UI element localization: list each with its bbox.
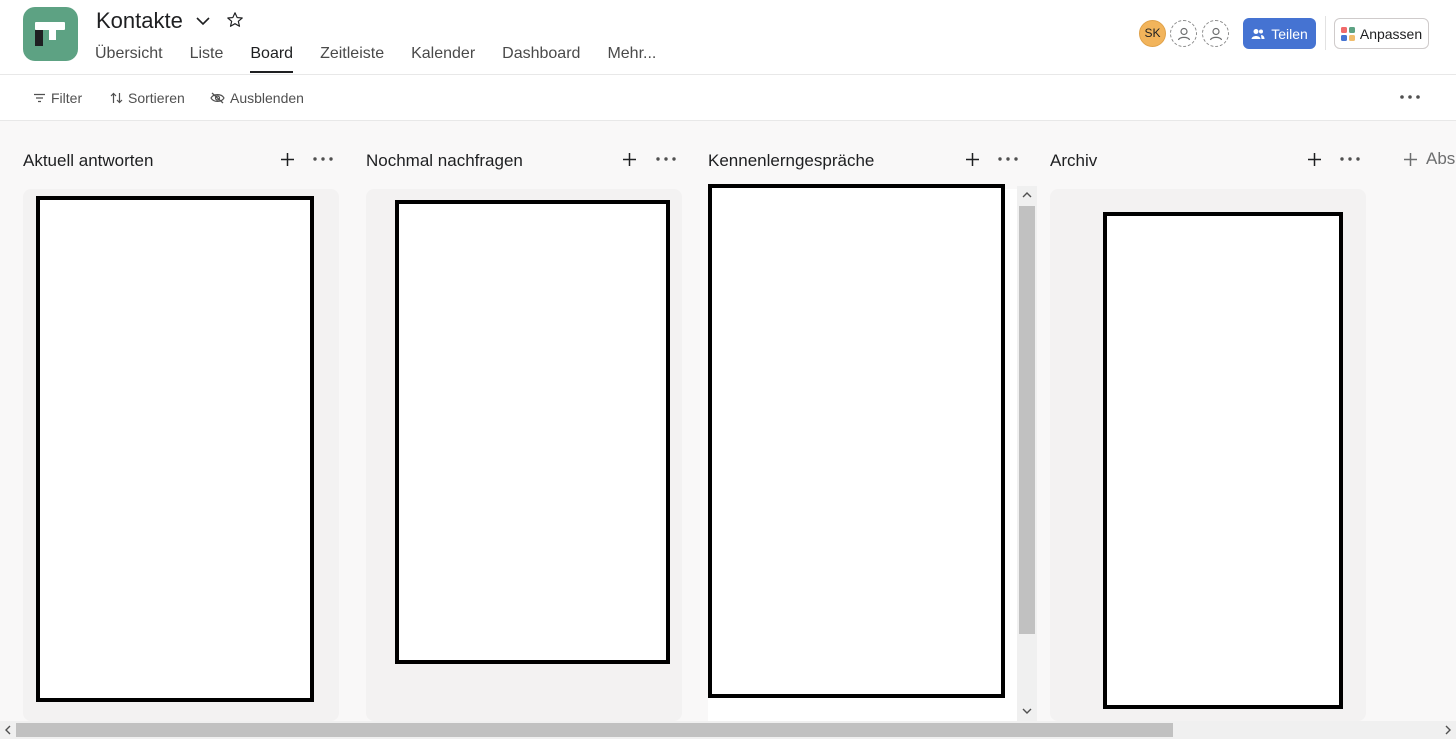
tab-overview[interactable]: Übersicht — [95, 44, 163, 74]
people-icon — [1251, 28, 1265, 39]
hide-label: Ausblenden — [230, 90, 304, 106]
tab-dashboard[interactable]: Dashboard — [502, 44, 580, 74]
tab-more[interactable]: Mehr... — [607, 44, 656, 74]
tab-board[interactable]: Board — [250, 44, 293, 74]
customize-label: Anpassen — [1359, 25, 1423, 42]
column-more-icon[interactable] — [1339, 149, 1361, 169]
add-section-button[interactable]: Abs — [1403, 149, 1455, 169]
scrollbar-thumb[interactable] — [16, 723, 1173, 737]
project-board-icon[interactable] — [23, 7, 78, 61]
board-column-header: Nochmal nachfragen — [366, 149, 682, 173]
column-title[interactable]: Archiv — [1050, 151, 1097, 171]
filter-icon — [34, 93, 45, 103]
column-scrollbar[interactable] — [1017, 186, 1037, 721]
sort-button[interactable]: Sortieren — [110, 90, 185, 106]
empty-avatar-icon[interactable] — [1202, 20, 1229, 47]
share-button[interactable]: Teilen — [1243, 18, 1316, 49]
star-icon[interactable] — [225, 10, 245, 30]
hide-button[interactable]: Ausblenden — [210, 90, 304, 106]
customize-button[interactable]: Anpassen — [1334, 18, 1429, 49]
sort-icon — [110, 92, 123, 104]
board-toolbar: Filter Sortieren Ausblenden — [0, 75, 1456, 121]
scroll-down-icon[interactable] — [1021, 705, 1033, 717]
task-card[interactable] — [395, 200, 670, 664]
tab-timeline[interactable]: Zeitleiste — [320, 44, 384, 74]
column-more-icon[interactable] — [655, 149, 677, 169]
plus-icon — [1404, 152, 1417, 166]
board-area: Aktuell antworten Nochmal nachfragen Ken… — [0, 121, 1456, 721]
tab-list[interactable]: Liste — [190, 44, 224, 74]
eye-off-icon — [210, 92, 225, 104]
board-column-header: Aktuell antworten — [23, 149, 339, 173]
column-more-icon[interactable] — [312, 149, 334, 169]
add-section-label: Abs — [1426, 149, 1456, 168]
task-card[interactable] — [708, 184, 1005, 698]
add-task-icon[interactable] — [963, 149, 981, 169]
board-column-header: Kennenlerngespräche — [708, 149, 1024, 173]
column-title[interactable]: Aktuell antworten — [23, 151, 153, 171]
empty-avatar-icon[interactable] — [1170, 20, 1197, 47]
header-divider — [1325, 16, 1326, 50]
project-header: Kontakte Übersicht Liste Board Zeitleist… — [0, 0, 1456, 75]
avatar[interactable]: SK — [1139, 20, 1166, 47]
horizontal-scrollbar[interactable] — [0, 721, 1456, 739]
share-label: Teilen — [1271, 25, 1308, 42]
scroll-up-icon[interactable] — [1021, 189, 1033, 201]
filter-label: Filter — [51, 90, 83, 106]
scroll-right-icon[interactable] — [1442, 724, 1454, 736]
column-title[interactable]: Nochmal nachfragen — [366, 151, 523, 171]
scroll-left-icon[interactable] — [2, 724, 14, 736]
sort-label: Sortieren — [128, 90, 185, 106]
tab-calendar[interactable]: Kalender — [411, 44, 475, 74]
customize-grid-icon — [1340, 26, 1355, 41]
add-task-icon[interactable] — [620, 149, 638, 169]
add-task-icon[interactable] — [1305, 149, 1323, 169]
more-options-icon[interactable] — [1399, 89, 1421, 105]
project-tabs: Übersicht Liste Board Zeitleiste Kalende… — [95, 44, 683, 74]
chevron-down-icon[interactable] — [193, 12, 213, 30]
filter-button[interactable]: Filter — [33, 90, 82, 106]
task-card[interactable] — [1103, 212, 1343, 709]
project-title[interactable]: Kontakte — [96, 8, 183, 34]
scrollbar-thumb[interactable] — [1019, 206, 1035, 634]
task-card[interactable] — [36, 196, 314, 702]
add-task-icon[interactable] — [278, 149, 296, 169]
column-title[interactable]: Kennenlerngespräche — [708, 151, 874, 171]
column-more-icon[interactable] — [997, 149, 1019, 169]
board-column-header: Archiv — [1050, 149, 1366, 173]
